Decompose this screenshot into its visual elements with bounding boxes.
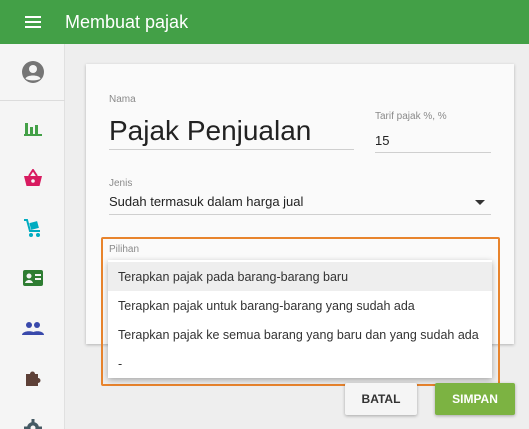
name-label: Nama: [109, 94, 136, 105]
name-field[interactable]: [109, 112, 354, 150]
account-circle-icon: [21, 61, 44, 83]
jenis-select[interactable]: Sudah termasuk dalam harga jual: [109, 190, 491, 215]
save-button[interactable]: SIMPAN: [435, 383, 515, 415]
bar-chart-icon: [23, 123, 42, 136]
chevron-down-icon: [475, 200, 485, 205]
sidebar-item-account[interactable]: [0, 52, 65, 92]
people-icon: [21, 322, 44, 335]
pilihan-option[interactable]: -: [108, 349, 492, 378]
contact-card-icon: [22, 270, 43, 286]
sidebar-item-purchases[interactable]: [0, 208, 65, 248]
app-bar: Membuat pajak: [0, 0, 529, 44]
gear-icon: [23, 419, 42, 429]
jenis-value: Sudah termasuk dalam harga jual: [109, 194, 304, 209]
rate-label: Tarif pajak %, %: [375, 111, 447, 122]
jenis-label: Jenis: [109, 178, 133, 189]
pilihan-dropdown-menu: Terapkan pajak pada barang-barang baru T…: [108, 260, 492, 378]
cart-icon: [23, 219, 40, 237]
menu-button[interactable]: [0, 0, 65, 44]
sidebar-item-sales[interactable]: [0, 158, 65, 198]
sidebar-item-contacts[interactable]: [0, 258, 65, 298]
sidebar-divider: [0, 100, 65, 101]
sidebar-item-addons[interactable]: [0, 358, 65, 398]
pilihan-option[interactable]: Terapkan pajak pada barang-barang baru: [108, 262, 492, 291]
puzzle-icon: [25, 371, 41, 386]
sidebar-item-reports[interactable]: [0, 108, 65, 148]
pilihan-option[interactable]: Terapkan pajak untuk barang-barang yang …: [108, 291, 492, 320]
sidebar: [0, 44, 65, 429]
sidebar-item-settings[interactable]: [0, 408, 65, 429]
rate-field[interactable]: [375, 129, 491, 153]
page-title: Membuat pajak: [65, 11, 189, 32]
cancel-button[interactable]: BATAL: [345, 383, 417, 415]
pilihan-option[interactable]: Terapkan pajak ke semua barang yang baru…: [108, 320, 492, 349]
sidebar-item-users[interactable]: [0, 308, 65, 348]
shopping-basket-icon: [23, 169, 42, 186]
hamburger-menu-icon: [24, 16, 41, 28]
pilihan-label: Pilihan: [109, 244, 140, 255]
